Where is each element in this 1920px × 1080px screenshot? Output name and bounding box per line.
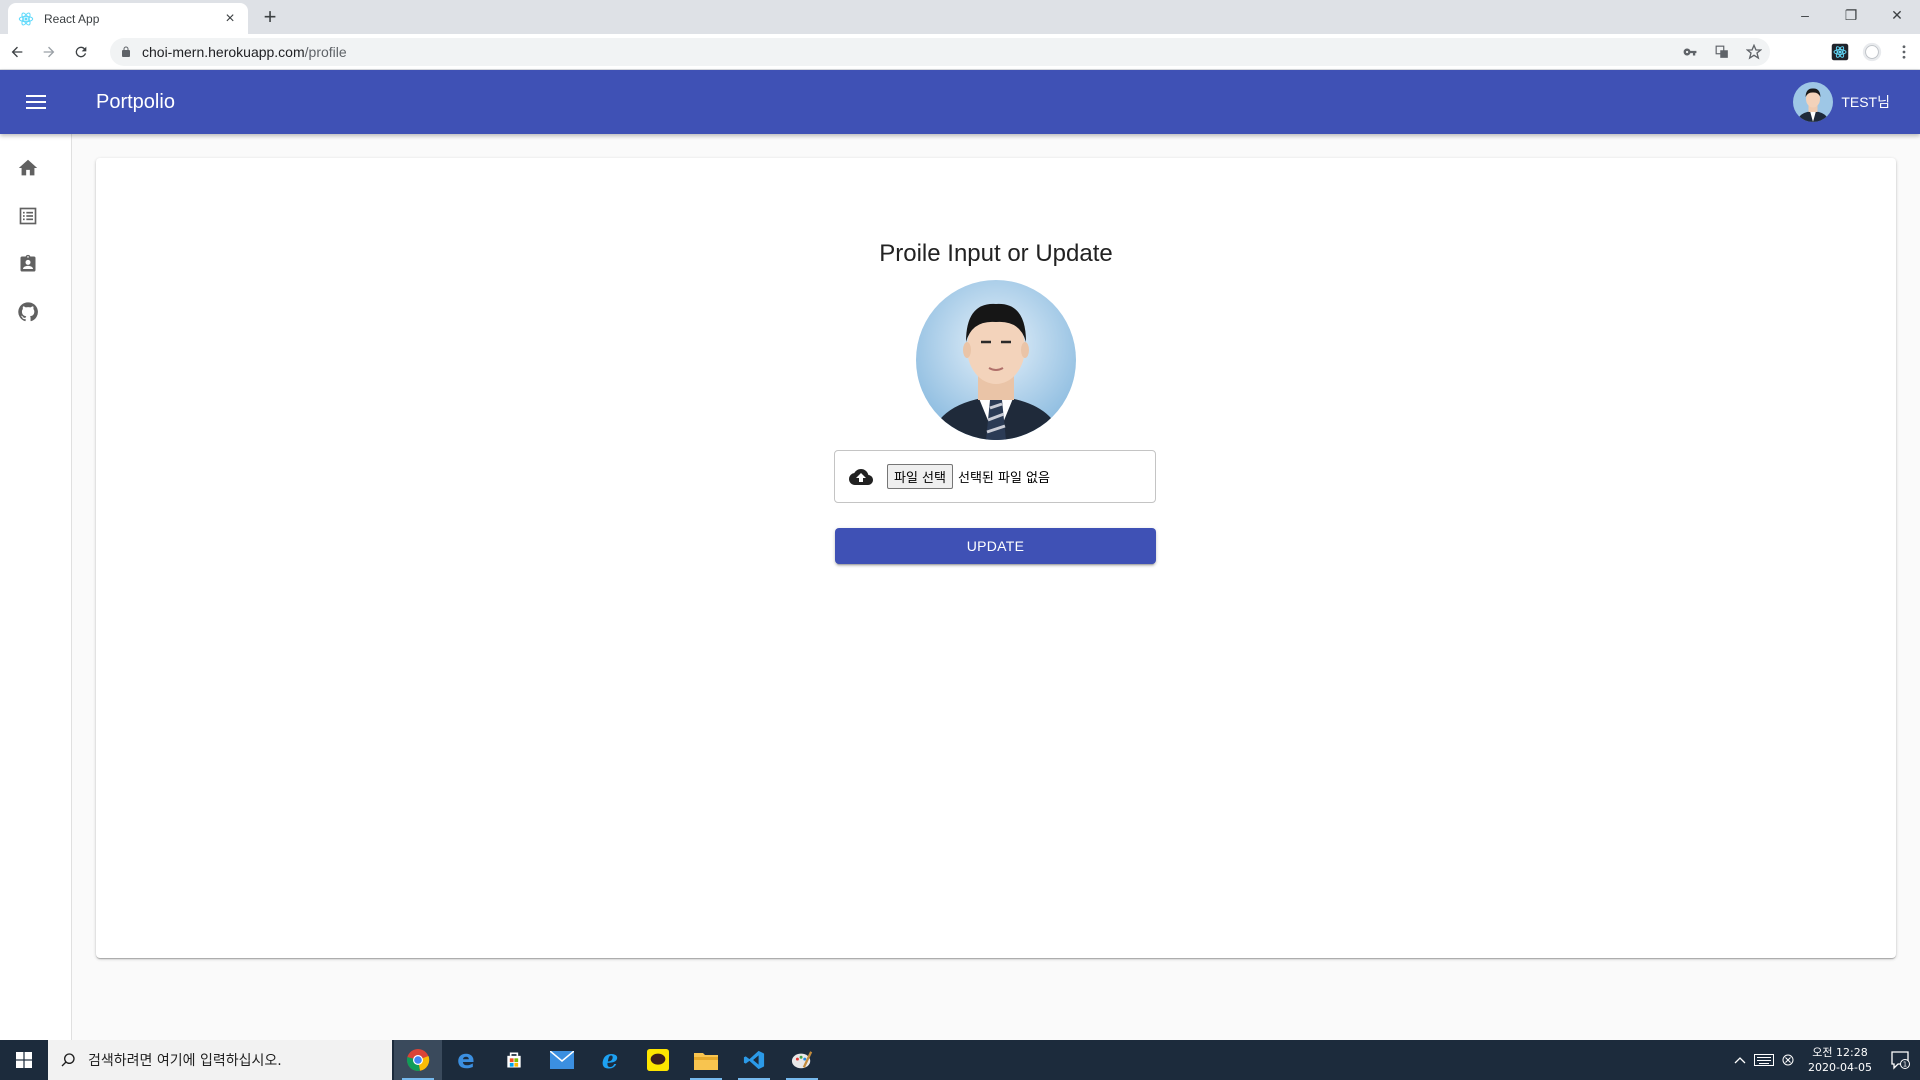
url-text: choi-mern.herokuapp.com/profile [142,44,347,60]
taskbar-vscode[interactable] [730,1040,778,1080]
browser-tab-bar: React App × + – ❐ ✕ [0,0,1920,34]
internet-explorer-icon: e [601,1045,619,1075]
contact-icon [20,254,36,272]
reload-icon [75,46,87,57]
taskbar-edge[interactable]: e [442,1040,490,1080]
folder-icon [694,1053,718,1070]
list-icon [19,207,37,225]
kakaotalk-icon [647,1049,669,1071]
mail-icon [550,1051,574,1069]
search-placeholder: 검색하려면 여기에 입력하십시오. [88,1053,282,1069]
key-icon[interactable] [1674,38,1706,66]
star-icon[interactable] [1738,38,1770,66]
user-name: TEST님 [1841,94,1890,110]
restore-button[interactable]: ❐ [1828,0,1874,30]
windows-icon [16,1052,32,1068]
notification-center[interactable]: 1 [1880,1040,1920,1080]
sidebar-item-github[interactable] [0,290,56,334]
clock-date: 2020-04-05 [1808,1061,1872,1074]
search-icon [61,1053,75,1067]
taskbar-chrome[interactable] [394,1040,442,1080]
menu-button[interactable] [18,84,54,120]
user-menu[interactable]: TEST님 [1793,82,1890,122]
app-title[interactable]: Portpolio [96,70,175,134]
hamburger-icon [26,95,46,109]
start-button[interactable] [0,1040,48,1080]
file-input-field: 파일 선택 선택된 파일 없음 [834,450,1156,503]
toolbar-right [1824,37,1920,67]
sidebar-item-home[interactable] [0,146,56,190]
keyboard-icon[interactable] [1752,1040,1776,1080]
system-tray: 오전 12:28 2020-04-05 1 [1728,1040,1920,1080]
cloud-upload-icon [849,468,873,485]
chrome-icon [406,1049,430,1071]
taskbar-ie[interactable]: e [586,1040,634,1080]
notification-count: 1 [1903,1061,1907,1069]
new-tab-button[interactable]: + [260,6,280,28]
url-path: /profile [304,44,347,60]
react-icon [18,12,34,25]
github-icon [18,302,38,322]
notification-icon: 1 [1891,1051,1910,1070]
update-button[interactable]: UPDATE [835,528,1156,564]
chevron-up-icon[interactable] [1728,1040,1752,1080]
tab-close-icon[interactable]: × [222,10,238,27]
react-devtools-icon[interactable] [1824,37,1856,67]
profile-icon[interactable] [1856,37,1888,67]
avatar [1793,82,1834,122]
taskbar: 검색하려면 여기에 입력하십시오. e e 오전 12:28 2020-04-0… [0,1040,1920,1080]
profile-photo [916,280,1076,440]
more-menu-icon[interactable] [1888,37,1920,67]
taskbar-apps: e e [394,1040,826,1080]
taskbar-kakaotalk[interactable] [634,1040,682,1080]
back-button[interactable] [2,37,32,67]
minimize-button[interactable]: – [1782,0,1828,30]
forward-button[interactable] [34,37,64,67]
taskbar-mail[interactable] [538,1040,586,1080]
arrow-left-icon [11,46,23,57]
window-controls: – ❐ ✕ [1782,0,1920,30]
home-icon [18,159,38,176]
translate-icon[interactable] [1706,38,1738,66]
sidebar [0,134,72,1040]
vscode-icon [743,1050,765,1070]
choose-file-button[interactable]: 파일 선택 [887,464,953,489]
edge-icon: e [457,1045,475,1075]
clock[interactable]: 오전 12:28 2020-04-05 [1800,1045,1880,1075]
store-icon [507,1052,521,1068]
url-host: choi-mern.herokuapp.com [142,44,305,60]
profile-card: Proile Input or Update 파일 선택 선택된 파일 없음 U… [96,158,1896,958]
app-bar: Portpolio TEST님 [0,70,1920,134]
clock-time: 오전 12:28 [1812,1046,1868,1059]
tab-title: React App [44,11,100,26]
reload-button[interactable] [66,37,96,67]
paint-icon [791,1051,813,1069]
page-title: Proile Input or Update [879,240,1113,267]
address-bar[interactable]: choi-mern.herokuapp.com/profile [110,38,1770,66]
browser-tab[interactable]: React App × [8,3,248,34]
taskbar-explorer[interactable] [682,1040,730,1080]
taskbar-paint[interactable] [778,1040,826,1080]
browser-toolbar: choi-mern.herokuapp.com/profile [0,34,1920,70]
taskbar-store[interactable] [490,1040,538,1080]
ime-icon[interactable] [1776,1040,1800,1080]
omnibox-actions [1674,38,1770,66]
close-window-button[interactable]: ✕ [1874,0,1920,30]
lock-icon [122,46,130,57]
sidebar-item-list[interactable] [0,194,56,238]
sidebar-item-contact[interactable] [0,242,56,286]
arrow-right-icon [43,46,55,57]
file-status: 선택된 파일 없음 [957,471,1050,486]
taskbar-search[interactable]: 검색하려면 여기에 입력하십시오. [48,1040,392,1080]
